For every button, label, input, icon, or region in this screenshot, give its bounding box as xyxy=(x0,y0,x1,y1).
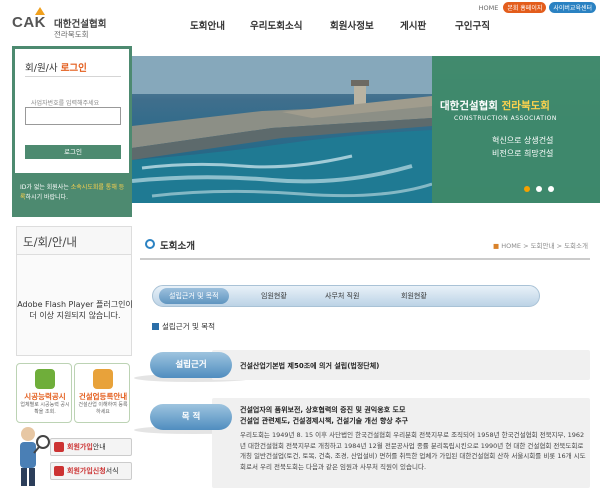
sidebar-title: 도/회/안/내 xyxy=(23,235,77,249)
login-form: 회/원/사 로그인 사업자번호를 입력해주세요 로그인 xyxy=(15,49,129,173)
login-button[interactable]: 로그인 xyxy=(25,145,121,159)
history-paragraph: 우리도회는 1949년 8. 15 이후 사단법인 한국건설협회 우리분회 전북… xyxy=(240,431,586,471)
nav-item-board[interactable]: 게시판 xyxy=(400,18,426,32)
purpose-line-2: 건설업 관련제도, 건설경제시책, 건설기술 개선 향상 추구 xyxy=(240,417,409,425)
tile-construction-capacity[interactable]: 시공능력공시 업체별로 시공능력 공시확을 조회. xyxy=(16,363,72,423)
slide-dot-3[interactable] xyxy=(548,186,554,192)
nav-item-news[interactable]: 우리도회소식 xyxy=(250,18,302,32)
section-label: 설립근거 및 목적 xyxy=(152,321,215,332)
title-bullet-icon xyxy=(145,239,155,249)
tile-registration-desc: 건설산업 이해하여 등록하세요 xyxy=(78,402,128,415)
tile-registration-guide[interactable]: 건설업등록안내 건설산업 이해하여 등록하세요 xyxy=(74,363,130,423)
nav-item-about[interactable]: 도회안내 xyxy=(190,18,225,32)
join-form-button[interactable]: 회원가입신청서식 xyxy=(50,462,132,480)
slide-dot-2[interactable] xyxy=(536,186,542,192)
tab-executives[interactable]: 임원현황 xyxy=(261,291,287,301)
slide-dot-1[interactable] xyxy=(524,186,530,192)
flash-placeholder: Adobe Flash Player 플러그인이 더 이상 지원되지 않습니다. xyxy=(16,254,133,356)
sub-tabs: 설립근거 및 목적 임원현황 사무처 직원 회원현황 xyxy=(152,285,540,307)
section-square-icon xyxy=(152,323,159,330)
util-home-link[interactable]: HOME xyxy=(479,4,499,12)
content-header: 도회소개 ■ HOME > 도회안내 > 도회소개 xyxy=(140,226,590,260)
tile-capacity-desc: 업체별로 시공능력 공시확을 조회. xyxy=(20,402,70,415)
tile-capacity-title: 시공능력공시 xyxy=(24,392,66,401)
hero-text-panel xyxy=(432,56,600,203)
capacity-icon xyxy=(35,369,55,389)
nav-item-jobs[interactable]: 구인구직 xyxy=(455,18,490,32)
hero-slogan-2: 비전으로 희망건설 xyxy=(492,149,554,158)
document-icon xyxy=(54,442,64,452)
hero-banner: 대한건설협회 전라북도회 CONSTRUCTION ASSOCIATION 혁신… xyxy=(132,56,600,203)
tile-registration-title: 건설업등록안내 xyxy=(78,392,128,401)
logo-abbr: CAK xyxy=(12,14,46,31)
tab-members[interactable]: 회원현황 xyxy=(401,291,427,301)
site-logo[interactable]: CAK 대한건설협회 전라북도회 xyxy=(12,4,122,42)
purpose-line-1: 건설업자의 품위보전, 상호협력의 증진 및 권익옹호 도모 xyxy=(240,406,406,414)
breadcrumb-home[interactable]: HOME xyxy=(501,242,521,250)
login-title: 회/원/사 로그인 xyxy=(25,63,87,74)
login-divider xyxy=(25,76,121,77)
nav-item-members[interactable]: 회원사정보 xyxy=(330,18,374,32)
login-id-input[interactable] xyxy=(25,107,121,125)
basis-text: 건설산업기본법 제50조에 의거 설립(법정단체) xyxy=(240,362,380,370)
label-purpose: 목 적 xyxy=(150,404,232,430)
hero-dam-image xyxy=(132,56,432,203)
page-title: 도회소개 xyxy=(160,241,195,252)
utility-links: HOME 본회 홈페이지 사이버교육센터 xyxy=(479,2,596,13)
magnifier-person-icon xyxy=(20,427,50,486)
login-id-label: 사업자번호를 입력해주세요 xyxy=(31,100,100,107)
label-basis: 설립근거 xyxy=(150,352,232,378)
join-guide-button[interactable]: 회원가입안내 xyxy=(50,438,132,456)
tab-staff[interactable]: 사무처 직원 xyxy=(325,291,359,301)
hero-subtitle-en: CONSTRUCTION ASSOCIATION xyxy=(454,115,557,122)
login-box: 회/원/사 로그인 사업자번호를 입력해주세요 로그인 ID가 없는 회원사는 … xyxy=(12,46,132,217)
logo-name: 대한건설협회 xyxy=(54,19,107,30)
registration-icon xyxy=(93,369,113,389)
page: CAK 대한건설협회 전라북도회 HOME 본회 홈페이지 사이버교육센터 도회… xyxy=(0,0,600,490)
util-main-site-link[interactable]: 본회 홈페이지 xyxy=(503,2,547,13)
logo-sub: 전라북도회 xyxy=(54,30,89,39)
sidebar-header: 도/회/안/내 xyxy=(16,226,132,254)
tab-purpose[interactable]: 설립근거 및 목적 xyxy=(159,288,229,304)
hero-slide-dots xyxy=(524,186,554,192)
hero-title: 대한건설협회 전라북도회 xyxy=(440,100,550,112)
hero-slogan-1: 혁신으로 상생건설 xyxy=(492,136,554,145)
login-note: ID가 없는 회원사는 소속시도회를 통해 등록하시기 바랍니다. xyxy=(20,184,125,201)
flash-unsupported-msg: Adobe Flash Player 플러그인이 더 이상 지원되지 않습니다. xyxy=(17,300,133,320)
util-cyber-edu-link[interactable]: 사이버교육센터 xyxy=(549,2,596,13)
document-icon xyxy=(54,466,64,476)
breadcrumb: ■ HOME > 도회안내 > 도회소개 xyxy=(493,242,588,250)
